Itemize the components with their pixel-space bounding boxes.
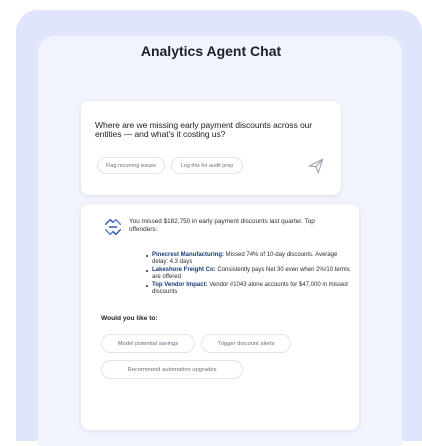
model-savings-button[interactable]: Model potential savings: [101, 334, 195, 353]
chip-log-audit-prep[interactable]: Log this for audit prep: [171, 157, 243, 174]
chip-flag-recurring-issues[interactable]: Flag recurring issues: [97, 157, 165, 174]
user-query-card: Where are we missing early payment disco…: [81, 101, 341, 195]
agent-logo-icon: [104, 218, 122, 236]
recommend-automation-button[interactable]: Recommend automation upgrades: [101, 360, 243, 379]
page-title: Analytics Agent Chat: [140, 43, 282, 59]
offender-name: Pinecrest Manufacturing:: [152, 252, 225, 258]
agent-response-card: You missed $182,750 in early payment dis…: [81, 204, 359, 430]
options-prompt: Would you like to:: [101, 315, 158, 322]
list-item: Pinecrest Manufacturing: Missed 74% of 1…: [145, 252, 353, 267]
user-query-text: Where are we missing early payment disco…: [95, 120, 313, 139]
list-item: Top Vendor Impact: Vendor #1043 alone ac…: [145, 282, 353, 297]
offender-name: Top Vendor Impact:: [152, 281, 208, 288]
list-item: Lakeshore Freight Co: Consistently pays …: [145, 267, 353, 282]
send-icon[interactable]: [307, 157, 325, 175]
trigger-alerts-button[interactable]: Trigger discount alerts: [201, 334, 291, 353]
offenders-list: Pinecrest Manufacturing: Missed 74% of 1…: [145, 252, 353, 296]
offender-name: Lakeshore Freight Co:: [152, 266, 216, 273]
response-intro: You missed $182,750 in early payment dis…: [129, 218, 315, 233]
